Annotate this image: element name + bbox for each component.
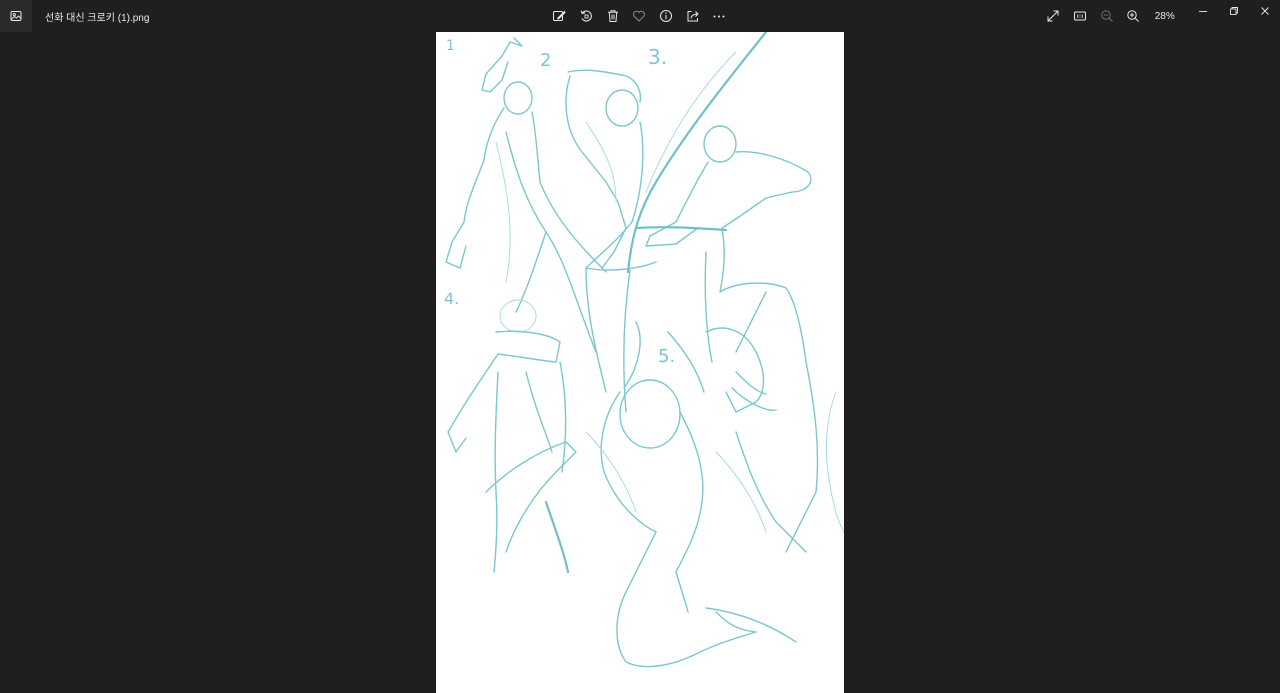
sketch-stroke [447,353,567,473]
sketch-stroke [505,131,597,353]
expand-icon [1047,10,1059,22]
sketch-stroke [544,500,570,574]
trash-icon [607,10,618,22]
pose-number-1: 1 [446,38,455,54]
more-icon [713,15,725,18]
pose-number-2: 2 [540,50,551,71]
actual-size-icon [1074,11,1087,21]
share-button[interactable] [679,3,706,29]
sketch-stroke [483,107,541,183]
zoom-in-icon [1127,10,1140,22]
center-toolbar [546,3,733,29]
sketch-stroke [600,391,657,533]
more-options-button[interactable] [706,3,733,29]
sketch-stroke [705,607,797,643]
sketch-stroke [721,150,812,229]
heart-icon [633,10,646,22]
file-info-button[interactable] [653,3,680,29]
sketch-stroke [704,251,767,363]
restore-icon [1229,7,1238,15]
edit-image-icon [553,10,566,21]
sketch-stroke [481,37,523,93]
zoom-out-icon [1101,10,1113,22]
sketch-stroke [567,69,642,103]
window-controls [1187,0,1280,24]
close-button[interactable] [1249,0,1280,22]
sketch-stroke [731,371,777,411]
sketch-stroke [485,441,577,553]
sketch-stroke [605,89,639,127]
full-screen-button[interactable] [1040,3,1067,29]
title-bar: 선화 대신 크로키 (1).png 28% [0,0,1280,32]
close-icon [1260,7,1269,15]
zoom-out-button[interactable] [1093,3,1120,29]
sketch-stroke [503,81,533,115]
sketch-stroke [785,361,819,553]
sketch-stroke [619,379,681,449]
zoom-level[interactable]: 28% [1155,11,1185,22]
sketch-stroke [585,121,657,271]
gesture-sketch-drawing: 1 2 3. 4. 5. [444,32,844,668]
sketch-stroke [495,330,561,363]
sketch-stroke [616,591,757,668]
pose-number-4: 4. [444,289,459,308]
minimize-icon [1198,11,1207,12]
actual-size-button[interactable] [1067,3,1094,29]
sketch-stroke [445,159,485,269]
sketch-stroke [675,411,704,573]
sketch-stroke [625,531,689,613]
sketch-stroke [825,391,844,533]
share-icon [687,11,699,22]
sketch-stroke [585,267,631,413]
sketch-stroke [645,51,737,193]
rotate-button[interactable] [573,3,600,29]
sketch-stroke [585,431,767,533]
sketch-stroke [703,125,737,163]
zoom-in-button[interactable] [1120,3,1147,29]
app-icon [0,0,32,32]
edit-image-button[interactable] [546,3,573,29]
pose-number-3: 3. [648,45,667,69]
photos-app-icon [10,11,22,21]
rotate-icon [580,10,592,22]
displayed-image[interactable]: 1 2 3. 4. 5. [436,32,844,693]
restore-button[interactable] [1218,0,1249,22]
sketch-stroke [645,161,709,247]
right-toolbar: 28% [1040,3,1185,29]
sketch-stroke [719,227,807,363]
sketch-stroke [495,141,511,283]
minimize-button[interactable] [1187,0,1218,22]
sketch-stroke [634,226,728,232]
sketch-stroke [705,327,765,413]
favorite-button[interactable] [626,3,653,29]
sketch-stroke [493,371,553,573]
file-name: 선화 대신 크로키 (1).png [45,13,150,24]
delete-button[interactable] [599,3,626,29]
sketch-stroke [499,299,537,333]
info-icon [660,10,673,22]
pose-number-5: 5. [658,346,675,367]
